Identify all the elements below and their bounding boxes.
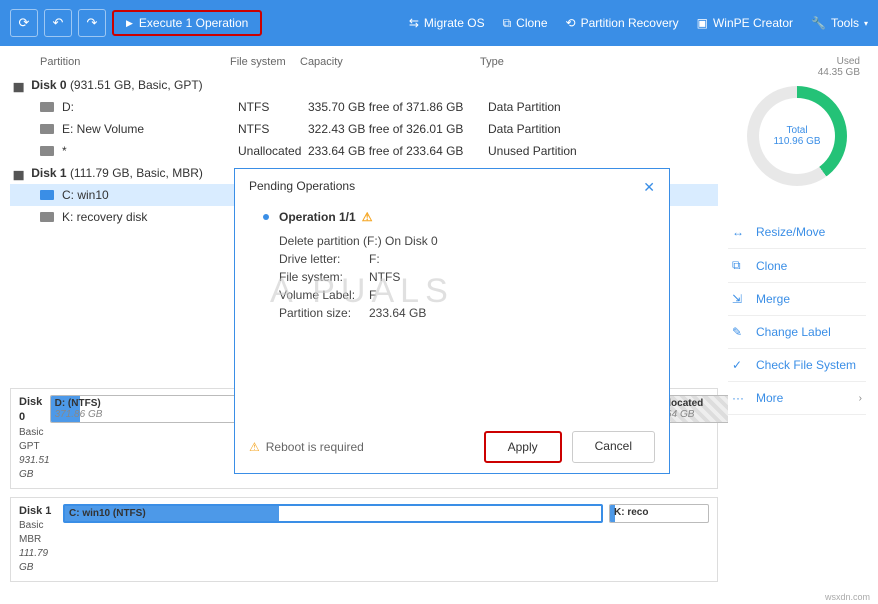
- operation-description: Delete partition (F:) On Disk 0: [279, 232, 641, 250]
- tools-dropdown[interactable]: 🔧Tools▾: [811, 16, 868, 30]
- action-change-label[interactable]: ✎Change Label: [728, 316, 866, 349]
- hdd-icon: ▅: [14, 78, 23, 92]
- actions-panel: ↔Resize/Move⧉Clone⇲Merge✎Change Label✓Ch…: [728, 216, 866, 415]
- clone-icon: ⧉: [503, 16, 512, 31]
- donut-total-value: 110.96 GB: [773, 136, 820, 147]
- disk-bar: Disk 1Basic MBR111.79 GBC: win10 (NTFS)K…: [10, 497, 718, 582]
- execute-label: Execute 1 Operation: [139, 16, 248, 30]
- action-icon: ↔: [732, 225, 748, 239]
- action-icon: ⧉: [732, 258, 748, 273]
- col-filesystem: File system: [230, 56, 300, 68]
- partition-row[interactable]: D:NTFS335.70 GB free of 371.86 GBData Pa…: [10, 96, 718, 118]
- operation-title: Operation 1/1: [279, 210, 356, 224]
- cancel-button[interactable]: Cancel: [572, 431, 655, 463]
- wrench-icon: 🔧: [811, 16, 826, 30]
- chevron-down-icon: ▾: [864, 19, 868, 28]
- disk-segment[interactable]: C: win10 (NTFS): [63, 504, 603, 523]
- partition-icon: [40, 124, 54, 134]
- partition-row[interactable]: E: New VolumeNTFS322.43 GB free of 326.0…: [10, 118, 718, 140]
- migrate-os-button[interactable]: ⇆Migrate OS: [409, 16, 485, 30]
- col-capacity: Capacity: [300, 56, 480, 68]
- disk-row[interactable]: ▅Disk 0 (931.51 GB, Basic, GPT): [10, 74, 718, 96]
- winpe-icon: ▣: [697, 16, 708, 30]
- operation-detail-row: Volume Label:F: [279, 286, 641, 304]
- partition-icon: [40, 212, 54, 222]
- action-icon: ⇲: [732, 292, 748, 306]
- action-resize-move[interactable]: ↔Resize/Move: [728, 216, 866, 249]
- footer-credit: wsxdn.com: [825, 592, 870, 602]
- pending-operations-dialog: Pending Operations ✕ Operation 1/1 ⚠ Dele…: [234, 168, 670, 474]
- warning-icon: ⚠: [362, 210, 373, 224]
- reboot-notice: Reboot is required: [266, 440, 364, 454]
- toolbar-right: ⇆Migrate OS ⧉Clone ⟲Partition Recovery ▣…: [409, 16, 868, 31]
- action-more[interactable]: ···More›: [728, 382, 866, 415]
- action-clone[interactable]: ⧉Clone: [728, 249, 866, 283]
- action-icon: ✓: [732, 358, 748, 372]
- bullet-icon: [263, 214, 269, 220]
- partition-icon: [40, 102, 54, 112]
- partition-recovery-button[interactable]: ⟲Partition Recovery: [566, 16, 679, 30]
- operation-detail-row: Partition size:233.64 GB: [279, 304, 641, 322]
- partition-icon: [40, 146, 54, 156]
- refresh-button[interactable]: ⟳: [10, 9, 38, 37]
- col-partition: Partition: [40, 56, 230, 68]
- partition-icon: [40, 190, 54, 200]
- chevron-right-icon: ›: [859, 393, 862, 404]
- recovery-icon: ⟲: [566, 16, 576, 30]
- action-merge[interactable]: ⇲Merge: [728, 283, 866, 316]
- close-icon[interactable]: ✕: [643, 179, 655, 196]
- migrate-icon: ⇆: [409, 16, 419, 30]
- apply-button[interactable]: Apply: [484, 431, 562, 463]
- donut-total-label: Total: [786, 125, 807, 136]
- execute-operation-button[interactable]: ▶ Execute 1 Operation: [112, 10, 262, 36]
- winpe-creator-button[interactable]: ▣WinPE Creator: [697, 16, 793, 30]
- partition-row[interactable]: *Unallocated233.64 GB free of 233.64 GBU…: [10, 140, 718, 162]
- top-toolbar: ⟳ ↶ ↷ ▶ Execute 1 Operation ⇆Migrate OS …: [0, 0, 878, 46]
- action-icon: ✎: [732, 325, 748, 339]
- usage-donut: Used44.35 GB Total 110.96 GB: [728, 56, 866, 186]
- warning-icon: ⚠: [249, 440, 260, 454]
- undo-button[interactable]: ↶: [44, 9, 72, 37]
- disk-segment[interactable]: K: reco: [609, 504, 709, 523]
- redo-button[interactable]: ↷: [78, 9, 106, 37]
- action-check-file-system[interactable]: ✓Check File System: [728, 349, 866, 382]
- col-type: Type: [480, 56, 600, 68]
- operation-detail-row: File system:NTFS: [279, 268, 641, 286]
- operation-detail-row: Drive letter:F:: [279, 250, 641, 268]
- partition-grid-header: Partition File system Capacity Type: [10, 54, 718, 74]
- play-icon: ▶: [126, 18, 133, 29]
- hdd-icon: ▅: [14, 166, 23, 180]
- clone-button[interactable]: ⧉Clone: [503, 16, 548, 31]
- dialog-title: Pending Operations: [249, 179, 355, 196]
- action-icon: ···: [732, 391, 748, 405]
